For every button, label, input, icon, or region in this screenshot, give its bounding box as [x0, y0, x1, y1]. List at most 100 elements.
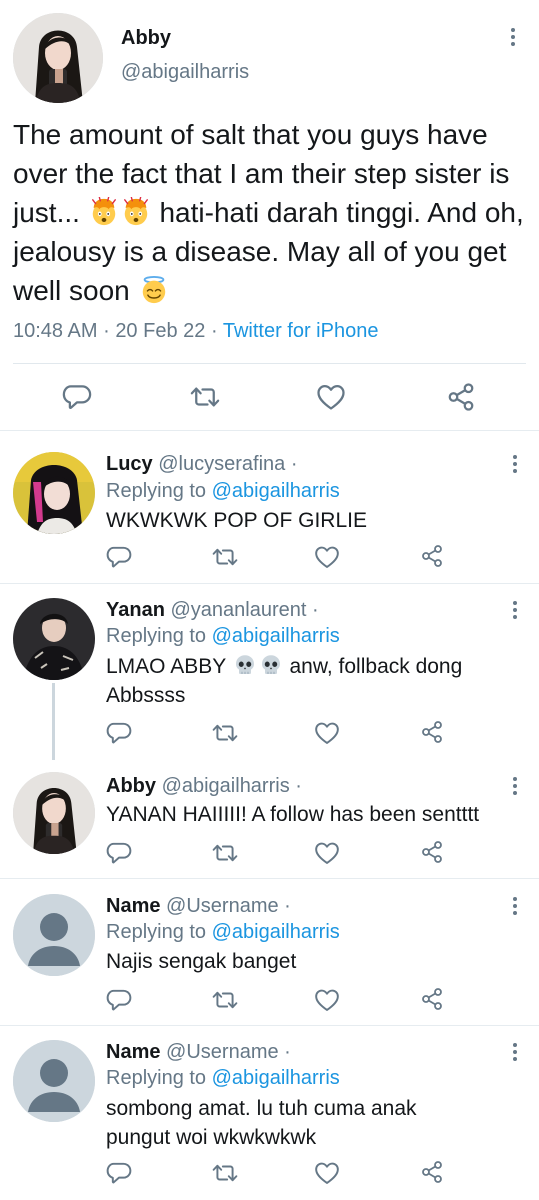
author-handle[interactable]: @yananlaurent [170, 599, 306, 621]
replying-to-label: Replying to [106, 921, 207, 943]
reply-text: YANAN HAIIIII! A follow has been sentttt [106, 803, 480, 826]
share-button[interactable] [420, 720, 444, 744]
share-button[interactable] [420, 544, 444, 568]
like-icon [314, 720, 340, 746]
more-vertical-icon[interactable] [509, 453, 521, 477]
more-vertical-icon[interactable] [509, 1041, 521, 1065]
reply-text: sombong amat. lu tuh cuma anak pungut wo… [106, 1097, 417, 1149]
reply-tweet[interactable]: Lucy @lucyserafina · Replying to @abigai… [0, 431, 539, 583]
share-button[interactable] [420, 1160, 444, 1184]
skull-icon [233, 653, 257, 677]
replying-to-link[interactable]: @abigailharris [212, 921, 340, 943]
share-icon [420, 1160, 444, 1184]
reply-icon [106, 1160, 132, 1186]
like-button[interactable] [316, 382, 346, 412]
replying-to-link[interactable]: @abigailharris [212, 480, 340, 502]
like-button[interactable] [314, 544, 340, 570]
replying-to: Replying to @abigailharris [106, 921, 340, 944]
tweet-source-link[interactable]: Twitter for iPhone [223, 320, 379, 342]
reply-button[interactable] [106, 544, 132, 570]
more-vertical-icon[interactable] [509, 775, 521, 799]
replying-to-label: Replying to [106, 480, 207, 502]
reply-button[interactable] [106, 1160, 132, 1186]
default-avatar-icon [13, 1040, 95, 1122]
avatar[interactable] [13, 1040, 95, 1122]
tweet-meta: 10:48 AM · 20 Feb 22 · Twitter for iPhon… [13, 320, 378, 343]
author-name[interactable]: Yanan [106, 599, 165, 621]
author-name[interactable]: Name [106, 1041, 160, 1063]
divider [13, 363, 526, 364]
header-dot: · [312, 599, 319, 621]
reply-icon [106, 720, 132, 746]
retweet-button[interactable] [212, 1160, 238, 1186]
exploding-head-icon [121, 197, 151, 227]
author-name[interactable]: Name [106, 895, 160, 917]
replying-to-link[interactable]: @abigailharris [212, 1067, 340, 1089]
meta-separator: · [210, 320, 218, 342]
retweet-button[interactable] [212, 720, 238, 746]
replying-to-label: Replying to [106, 1067, 207, 1089]
reply-tweet[interactable]: Name @Username · Replying to @abigailhar… [0, 1026, 539, 1200]
retweet-icon [212, 840, 238, 866]
avatar-photo-abby [13, 13, 103, 103]
replying-to: Replying to @abigailharris [106, 480, 340, 503]
retweet-button[interactable] [212, 544, 238, 570]
share-button[interactable] [420, 840, 444, 864]
author-handle[interactable]: @abigailharris [162, 775, 290, 797]
author-handle[interactable]: @lucyserafina [158, 453, 285, 475]
reply-icon [106, 987, 132, 1013]
like-icon [316, 382, 346, 412]
like-button[interactable] [314, 840, 340, 866]
author-name[interactable]: Lucy [106, 453, 153, 475]
avatar[interactable] [13, 452, 95, 534]
share-button[interactable] [420, 987, 444, 1011]
avatar[interactable] [13, 13, 103, 103]
retweet-button[interactable] [212, 987, 238, 1013]
author-handle[interactable]: @Username [166, 1041, 279, 1063]
author-handle[interactable]: @Username [166, 895, 279, 917]
avatar[interactable] [13, 598, 95, 680]
more-vertical-icon[interactable] [509, 895, 521, 919]
author-name[interactable]: Abby [106, 775, 156, 797]
avatar[interactable] [13, 894, 95, 976]
tweet-date: 20 Feb 22 [115, 320, 206, 342]
reply-button[interactable] [106, 987, 132, 1013]
reply-tweet[interactable]: Name @Username · Replying to @abigailhar… [0, 879, 539, 1025]
reply-header: Lucy @lucyserafina · [106, 453, 298, 476]
reply-text-part: LMAO ABBY [106, 655, 232, 678]
header-dot: · [284, 1041, 291, 1063]
retweet-icon [212, 1160, 238, 1186]
avatar[interactable] [13, 772, 95, 854]
reply-header: Abby @abigailharris · [106, 775, 302, 798]
reply-header: Yanan @yananlaurent · [106, 599, 319, 622]
reply-tweet[interactable]: Yanan @yananlaurent · Replying to @abiga… [0, 584, 539, 760]
share-icon [420, 720, 444, 744]
reply-tweet[interactable]: Abby @abigailharris · YANAN HAIIIII! A f… [0, 760, 539, 878]
like-icon [314, 987, 340, 1013]
reply-button[interactable] [106, 840, 132, 866]
share-button[interactable] [446, 382, 476, 412]
retweet-button[interactable] [212, 840, 238, 866]
author-name[interactable]: Abby [121, 27, 171, 50]
tweet-text: The amount of salt that you guys have ov… [13, 115, 533, 310]
skull-icon [259, 653, 283, 677]
like-button[interactable] [314, 720, 340, 746]
like-button[interactable] [314, 987, 340, 1013]
retweet-button[interactable] [190, 382, 220, 412]
retweet-icon [212, 720, 238, 746]
reply-button[interactable] [62, 382, 92, 412]
header-dot: · [284, 895, 291, 917]
tweet-time: 10:48 AM [13, 320, 98, 342]
reply-button[interactable] [106, 720, 132, 746]
like-button[interactable] [314, 1160, 340, 1186]
avatar-photo-yanan [13, 598, 95, 680]
replying-to-link[interactable]: @abigailharris [212, 625, 340, 647]
more-vertical-icon[interactable] [507, 26, 519, 50]
author-handle[interactable]: @abigailharris [121, 61, 249, 84]
default-avatar-icon [13, 894, 95, 976]
main-tweet: Abby @abigailharris The amount of salt t… [0, 0, 539, 430]
replying-to: Replying to @abigailharris [106, 625, 340, 648]
more-vertical-icon[interactable] [509, 599, 521, 623]
smiling-face-with-halo-icon [139, 275, 169, 305]
share-icon [446, 382, 476, 412]
